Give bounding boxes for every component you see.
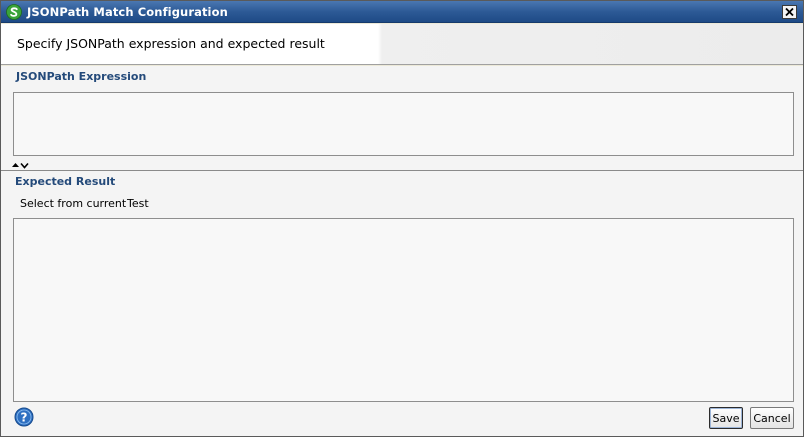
- jsonpath-expression-input[interactable]: [13, 92, 794, 156]
- svg-text:?: ?: [21, 411, 28, 425]
- close-button[interactable]: [782, 5, 797, 19]
- test-button[interactable]: Test: [127, 197, 149, 210]
- jsonpath-expression-label: JSONPath Expression: [16, 70, 147, 83]
- dialog-header: Specify JSONPath expression and expected…: [1, 24, 803, 65]
- close-icon: [785, 7, 794, 17]
- soapui-logo-icon: [6, 4, 22, 20]
- expected-result-label: Expected Result: [15, 175, 116, 188]
- splitter-bar[interactable]: [1, 170, 803, 171]
- save-button[interactable]: Save: [709, 407, 743, 429]
- expected-result-input[interactable]: [13, 218, 794, 402]
- window-title: JSONPath Match Configuration: [27, 5, 228, 19]
- select-from-current-button[interactable]: Select from current: [20, 197, 126, 210]
- dialog-window: JSONPath Match Configuration Specify JSO…: [0, 0, 804, 437]
- help-icon[interactable]: ?: [14, 407, 34, 427]
- cancel-button[interactable]: Cancel: [750, 407, 794, 429]
- title-bar[interactable]: JSONPath Match Configuration: [1, 1, 803, 23]
- header-title: Specify JSONPath expression and expected…: [17, 36, 325, 51]
- collapse-expand-icon[interactable]: [11, 160, 31, 170]
